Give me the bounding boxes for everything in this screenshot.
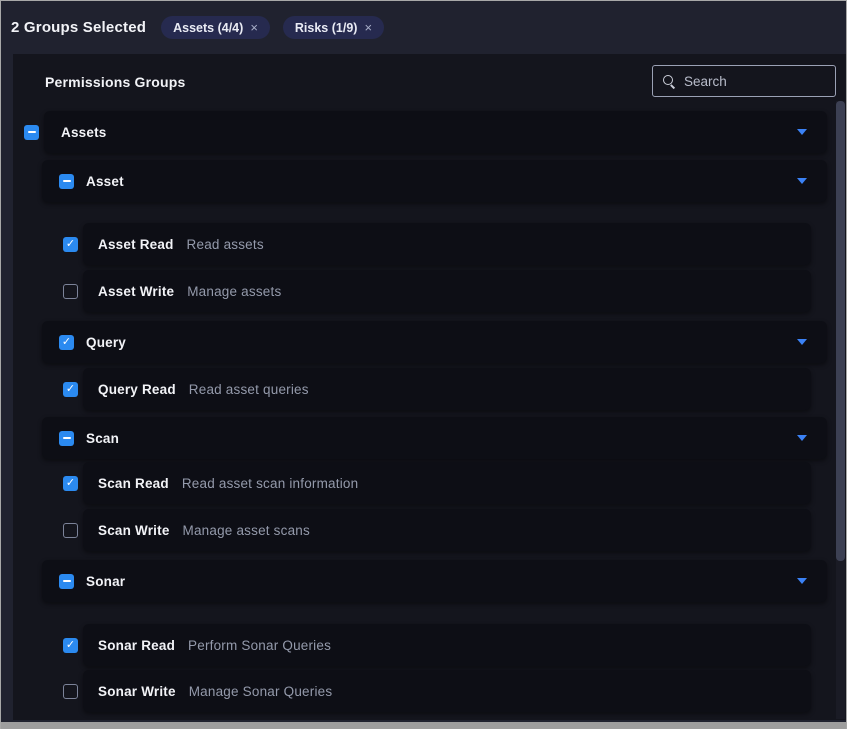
group-label: Assets xyxy=(61,125,106,140)
permission-label: Scan Read xyxy=(98,476,169,491)
permission-description: Read asset scan information xyxy=(182,476,359,491)
sonar-read-checkbox[interactable] xyxy=(63,638,78,653)
chip-risks[interactable]: Risks (1/9) × xyxy=(283,16,384,39)
search-input[interactable] xyxy=(684,74,826,89)
permission-row-scan-read: Scan Read Read asset scan information xyxy=(13,462,846,504)
group-row-query: Query xyxy=(13,321,846,363)
group-label: Scan xyxy=(86,431,119,446)
permission-card[interactable]: Asset Write Manage assets xyxy=(83,270,811,312)
permission-card[interactable]: Query Read Read asset queries xyxy=(83,368,811,410)
group-row-asset: Asset xyxy=(13,160,846,202)
group-card-scan[interactable]: Scan xyxy=(42,417,827,459)
permission-label: Asset Write xyxy=(98,284,174,299)
group-label: Asset xyxy=(86,174,124,189)
query-group-checkbox[interactable] xyxy=(59,335,74,350)
group-card-assets[interactable]: Assets xyxy=(44,111,827,153)
selection-header: 2 Groups Selected Assets (4/4) × Risks (… xyxy=(1,1,846,44)
scrollbar-thumb[interactable] xyxy=(836,101,845,561)
permission-row-asset-read: Asset Read Read assets xyxy=(13,223,846,265)
selected-groups-summary: 2 Groups Selected xyxy=(11,19,146,36)
search-box[interactable] xyxy=(652,65,836,97)
sonar-group-checkbox[interactable] xyxy=(59,574,74,589)
permission-card[interactable]: Scan Write Manage asset scans xyxy=(83,509,811,551)
search-icon xyxy=(662,74,676,88)
permission-card[interactable]: Sonar Read Perform Sonar Queries xyxy=(83,624,811,666)
permission-row-sonar-write: Sonar Write Manage Sonar Queries xyxy=(13,670,846,712)
permissions-tree: Assets Asset Asset Read Read assets xyxy=(13,111,846,712)
permission-description: Read assets xyxy=(187,237,264,252)
permission-card[interactable]: Scan Read Read asset scan information xyxy=(83,462,811,504)
permission-label: Sonar Read xyxy=(98,638,175,653)
permission-description: Manage Sonar Queries xyxy=(189,684,333,699)
permission-description: Read asset queries xyxy=(189,382,309,397)
assets-group-checkbox[interactable] xyxy=(24,125,39,140)
permission-row-sonar-read: Sonar Read Perform Sonar Queries xyxy=(13,624,846,666)
selected-group-chips: Assets (4/4) × Risks (1/9) × xyxy=(161,16,384,39)
chevron-down-icon[interactable] xyxy=(797,339,807,345)
group-label: Sonar xyxy=(86,574,125,589)
permission-row-query-read: Query Read Read asset queries xyxy=(13,368,846,410)
chevron-down-icon[interactable] xyxy=(797,129,807,135)
permission-label: Asset Read xyxy=(98,237,174,252)
panel-title: Permissions Groups xyxy=(45,74,186,90)
permission-description: Perform Sonar Queries xyxy=(188,638,331,653)
permission-row-scan-write: Scan Write Manage asset scans xyxy=(13,509,846,551)
window-bottom-edge xyxy=(1,722,846,729)
chevron-down-icon[interactable] xyxy=(797,578,807,584)
scan-group-checkbox[interactable] xyxy=(59,431,74,446)
sonar-write-checkbox[interactable] xyxy=(63,684,78,699)
chevron-down-icon[interactable] xyxy=(797,178,807,184)
group-label: Query xyxy=(86,335,126,350)
asset-group-checkbox[interactable] xyxy=(59,174,74,189)
permission-label: Scan Write xyxy=(98,523,170,538)
close-icon[interactable]: × xyxy=(364,20,372,35)
asset-write-checkbox[interactable] xyxy=(63,284,78,299)
asset-read-checkbox[interactable] xyxy=(63,237,78,252)
group-card-sonar[interactable]: Sonar xyxy=(42,560,827,602)
permission-row-asset-write: Asset Write Manage assets xyxy=(13,270,846,312)
group-row-scan: Scan xyxy=(13,417,846,459)
permission-description: Manage asset scans xyxy=(183,523,310,538)
group-card-query[interactable]: Query xyxy=(42,321,827,363)
permissions-groups-panel: Permissions Groups Assets Asset xyxy=(13,54,846,720)
group-card-asset[interactable]: Asset xyxy=(42,160,827,202)
query-read-checkbox[interactable] xyxy=(63,382,78,397)
permission-card[interactable]: Sonar Write Manage Sonar Queries xyxy=(83,670,811,712)
chip-label: Assets (4/4) xyxy=(173,21,243,35)
scan-write-checkbox[interactable] xyxy=(63,523,78,538)
chip-assets[interactable]: Assets (4/4) × xyxy=(161,16,270,39)
close-icon[interactable]: × xyxy=(250,20,258,35)
group-row-assets: Assets xyxy=(13,111,846,153)
scan-read-checkbox[interactable] xyxy=(63,476,78,491)
permissions-dialog: 2 Groups Selected Assets (4/4) × Risks (… xyxy=(0,0,847,729)
permission-label: Query Read xyxy=(98,382,176,397)
chevron-down-icon[interactable] xyxy=(797,435,807,441)
permission-card[interactable]: Asset Read Read assets xyxy=(83,223,811,265)
group-row-sonar: Sonar xyxy=(13,560,846,602)
chip-label: Risks (1/9) xyxy=(295,21,358,35)
permission-description: Manage assets xyxy=(187,284,281,299)
panel-header: Permissions Groups xyxy=(13,54,846,111)
permission-label: Sonar Write xyxy=(98,684,176,699)
